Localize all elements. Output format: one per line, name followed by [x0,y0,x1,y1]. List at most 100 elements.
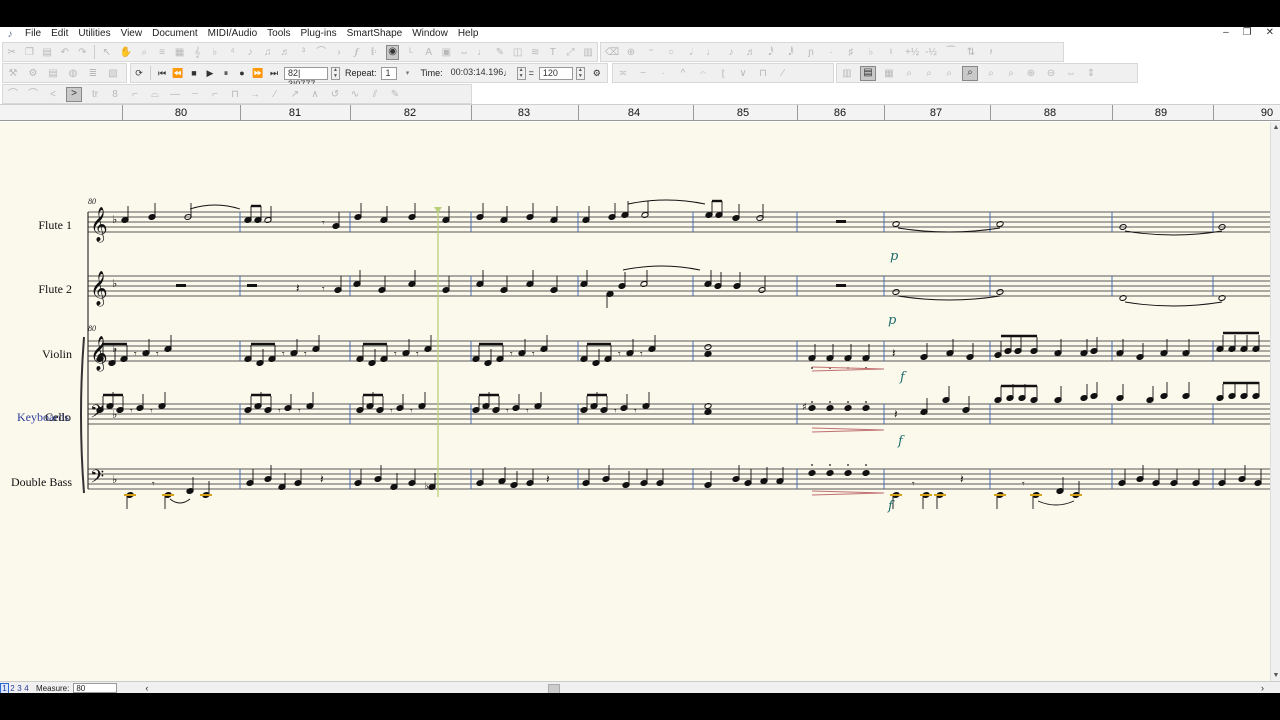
page-layout-icon[interactable]: ▥ [583,47,593,58]
loop-icon[interactable]: ⟳ [133,68,145,79]
measure-tool-icon[interactable]: ▦ [175,47,185,58]
crescendo-icon[interactable]: < [47,89,59,100]
graphics-tool-icon[interactable]: ▣ [442,47,452,58]
repeat-tool-icon[interactable]: 𝄆 [369,47,379,58]
staff-tool-icon[interactable]: ≡ [157,47,167,58]
zoom-50-icon[interactable]: ⌕ [903,68,915,79]
staccato-icon[interactable]: · [657,68,669,79]
menu-help[interactable]: Help [453,27,484,41]
articulation-tool-icon[interactable]: › [334,47,344,58]
half-step-down-icon[interactable]: -½ [925,47,937,58]
ottava-icon[interactable]: 8 [109,89,121,100]
zoom-400-icon[interactable]: ⌕ [1005,68,1017,79]
slash-icon[interactable]: ⁄ [777,68,789,79]
rewind-to-start-icon[interactable]: ⏮ [156,68,168,79]
menu-utilities[interactable]: Utilities [73,27,115,41]
dot-icon[interactable]: · [825,47,837,58]
lyrics-text-icon[interactable]: T [548,47,558,58]
redo-icon[interactable]: ↷ [78,47,88,58]
dashed-slur-icon[interactable]: ⌒ [27,89,39,100]
ossia-tool-icon[interactable]: ◫ [513,47,523,58]
scroll-view-icon[interactable]: ▥ [841,68,853,79]
undo-icon[interactable]: ↶ [60,47,70,58]
tenuto-icon[interactable]: − [637,68,649,79]
arrow-line-icon[interactable]: → [249,89,261,100]
flat-icon[interactable]: ♭ [865,47,877,58]
ruler-measure-number[interactable]: 86 [834,107,846,119]
fit-width-icon[interactable]: ⇔ [1065,68,1077,79]
tempo-field[interactable]: 120 [538,66,573,80]
smart-shape-tool-icon[interactable]: ⌒ [316,47,326,58]
page-view-icon[interactable]: ▤ [860,65,876,81]
measure-bracket-icon[interactable]: ⫽ [369,89,381,100]
pencil-icon[interactable]: ✎ [389,89,401,100]
ruler-measure-number[interactable]: 88 [1044,107,1056,119]
expression-tool-icon[interactable]: 𝆑 [352,47,362,58]
menu-file[interactable]: File [20,27,46,41]
midi-tool-icon[interactable]: ≋ [530,47,540,58]
scroll-right-icon[interactable]: › [1261,683,1264,693]
natural-icon[interactable]: ♮ [885,47,897,58]
chord-tool-icon[interactable]: ◉ [386,44,400,60]
guitar-bend-icon[interactable]: ↺ [329,89,341,100]
trill-icon[interactable]: ʈ [717,68,729,79]
key-signature-icon[interactable]: ♭ [210,47,220,58]
ruler-measure-number[interactable]: 82 [404,107,416,119]
page-button-1[interactable]: 1 [0,682,9,693]
counter-field[interactable]: 82| 3|0777 [284,66,328,89]
eighth-note-icon[interactable]: ♪ [725,47,737,58]
sixteenth-note-icon[interactable]: ♬ [745,47,757,58]
grace-note-icon[interactable]: ɲ [805,47,817,58]
pause-icon[interactable]: ⏸ [220,68,232,79]
scroll-down-icon[interactable]: ▼ [1271,672,1280,679]
bow-up-icon[interactable]: ∨ [737,68,749,79]
horizontal-scroll-thumb[interactable] [548,684,560,693]
fast-forward-icon[interactable]: ⏩ [252,68,264,79]
quarter-note-icon[interactable]: ♩ [705,47,717,58]
flip-icon[interactable]: ⇅ [965,47,977,58]
ruler-measure-number[interactable]: 85 [737,107,749,119]
menu-tools[interactable]: Tools [262,27,295,41]
select-note-icon[interactable]: ⊕ [625,47,637,58]
tempo-spinner[interactable]: ▲ ▼ [575,66,585,80]
instrument-label-double-bass[interactable]: Double Bass [11,475,72,490]
ruler-measure-number[interactable]: 81 [289,107,301,119]
counter-spinner[interactable]: ▲ ▼ [331,66,340,80]
simple-entry-icon[interactable]: ♪ [245,47,255,58]
restore-icon[interactable]: ❐ [1243,27,1252,38]
hand-tool-icon[interactable]: ✋ [120,47,132,58]
ruler-measure-number[interactable]: 80 [175,107,187,119]
instrument-label-violin[interactable]: Violin [42,347,72,362]
hook-line-icon[interactable]: ⌐ [209,89,221,100]
zoom-100-icon[interactable]: ⌕ [962,65,978,81]
zoom-200-icon[interactable]: ⌕ [985,68,997,79]
measure-field[interactable]: 80 [73,683,118,693]
bend-icon[interactable]: ⌓ [149,89,161,100]
repeat-dropdown-chevron-down-icon[interactable]: ▾ [401,69,413,77]
text-tool-icon[interactable]: A [424,47,434,58]
menu-plug-ins[interactable]: Plug-ins [296,27,342,41]
sixty-fourth-note-icon[interactable]: 𝅘𝅥𝅱 [785,47,797,58]
marcato-icon[interactable]: ^ [677,68,689,79]
page-button-2[interactable]: 2 [9,684,16,693]
ruler-measure-number[interactable]: 83 [518,107,530,119]
close-icon[interactable]: ✕ [1266,27,1274,38]
playback-settings-gear-icon[interactable]: ⚙ [591,68,603,79]
copy-icon[interactable]: ❐ [25,47,35,58]
zoom-out-icon[interactable]: ⊖ [1045,68,1057,79]
studio-view-icon[interactable]: ▧ [107,68,119,79]
instrument-label-cello[interactable]: Cello [45,410,71,425]
rewind-icon[interactable]: ⏪ [172,68,184,79]
tuplet-tool-icon[interactable]: ³ [299,47,309,58]
record-icon[interactable]: ● [236,68,248,78]
menu-window[interactable]: Window [407,27,453,41]
rest-icon[interactable]: 𝄽 [985,47,997,58]
thirty-second-note-icon[interactable]: 𝅘𝅥𝅰 [765,47,777,58]
stop-icon[interactable]: ■ [188,68,200,78]
lyrics-tool-icon[interactable]: ᴸ [406,47,416,58]
zoom-75-icon[interactable]: ⌕ [923,68,935,79]
scoremanager-icon[interactable]: ▤ [47,68,59,79]
page-button-4[interactable]: 4 [23,684,30,693]
time-signature-icon[interactable]: ⁴ [228,47,238,58]
mirror-tool-icon[interactable]: ⇔ [459,47,469,58]
